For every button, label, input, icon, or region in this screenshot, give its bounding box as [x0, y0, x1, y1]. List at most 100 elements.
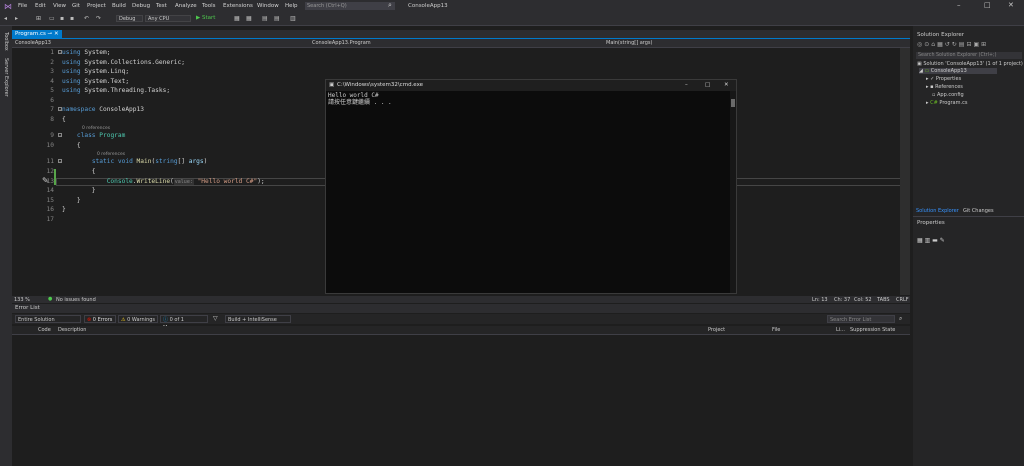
tree-label: References: [935, 84, 963, 90]
pin-icon[interactable]: ⊸: [48, 31, 53, 37]
codelens-references[interactable]: 0 references: [82, 126, 110, 131]
messages-filter-button[interactable]: ⓘ 0 of 1 Message: [160, 315, 208, 331]
new-project-icon[interactable]: ⊞: [36, 15, 41, 22]
start-label: Start: [201, 15, 216, 21]
tree-label: Solution 'ConsoleApp13' (1 of 1 project): [923, 61, 1023, 67]
tree-references[interactable]: ▸ ▪ References: [926, 84, 963, 90]
menu-tools[interactable]: Tools: [202, 3, 216, 9]
warning-icon: ⚠: [121, 317, 126, 323]
menu-git[interactable]: Git: [72, 3, 80, 9]
tab-program-cs[interactable]: Program.cs ⊸ ✕: [12, 30, 62, 38]
code-line: }: [62, 197, 81, 204]
column-suppression-state[interactable]: Suppression State: [850, 326, 895, 334]
console-scroll-thumb[interactable]: [731, 99, 735, 107]
menu-view[interactable]: View: [53, 3, 66, 9]
menu-file[interactable]: File: [18, 3, 27, 9]
column-project[interactable]: Project: [708, 326, 725, 334]
config-select[interactable]: Debug: [116, 15, 143, 22]
code-line: {: [62, 168, 96, 175]
line-number: 3: [50, 68, 54, 75]
filter-icon[interactable]: ▽: [213, 315, 218, 322]
menu-test[interactable]: Test: [156, 3, 167, 9]
tree-app-config[interactable]: ▫ App.config: [932, 92, 964, 98]
platform-select[interactable]: Any CPU: [145, 15, 191, 22]
zoom-level[interactable]: 133 %: [14, 297, 30, 303]
menu-build[interactable]: Build: [112, 3, 126, 9]
warnings-filter-button[interactable]: ⚠ 0 Warnings: [118, 315, 158, 323]
column-code[interactable]: Code: [38, 326, 51, 334]
toolbar-icon[interactable]: ▦: [246, 15, 252, 22]
undo-icon[interactable]: ↶: [84, 15, 89, 22]
open-icon[interactable]: ▭: [49, 15, 55, 22]
solution-search-input[interactable]: Search Solution Explorer (Ctrl+;): [916, 52, 1022, 59]
tab-solution-explorer[interactable]: Solution Explorer: [916, 208, 959, 214]
console-icon: ▣: [329, 82, 335, 88]
nav-class[interactable]: ConsoleApp13.Program: [312, 40, 371, 46]
console-close-icon[interactable]: ✕: [724, 80, 729, 91]
toolbar-icon[interactable]: ▦: [234, 15, 240, 22]
menu-analyze[interactable]: Analyze: [175, 3, 197, 9]
tree-solution[interactable]: ▣ Solution 'ConsoleApp13' (1 of 1 projec…: [917, 61, 1023, 67]
line-number: 12: [46, 168, 54, 175]
toolbar-icon[interactable]: ▤: [262, 15, 268, 22]
error-search-input[interactable]: Search Error List: [827, 315, 895, 323]
edit-pencil-icon: ✎: [42, 176, 49, 185]
tree-properties[interactable]: ▸ ✓ Properties: [926, 76, 961, 82]
redo-icon[interactable]: ↷: [96, 15, 101, 22]
start-button[interactable]: ▶ Start: [196, 15, 215, 21]
server-explorer-tab[interactable]: Server Explorer: [3, 58, 9, 97]
close-icon[interactable]: ✕: [1008, 1, 1014, 9]
code-line: }: [62, 187, 96, 194]
search-icon[interactable]: ⌕: [388, 1, 392, 10]
tree-label: ConsoleApp13: [930, 68, 967, 74]
csharp-file-icon: C#: [930, 100, 938, 106]
back-icon[interactable]: ◂: [4, 15, 7, 22]
menu-debug[interactable]: Debug: [132, 3, 150, 9]
console-window[interactable]: ▣ C:\Windows\system32\cmd.exe – □ ✕ Hell…: [325, 79, 737, 294]
tree-project[interactable]: ◢ ▭ ConsoleApp13: [919, 68, 997, 74]
console-maximize-icon[interactable]: □: [705, 80, 710, 91]
issues-status[interactable]: No issues found: [56, 297, 96, 303]
line-indicator: Ln: 13: [812, 297, 828, 303]
editor-status-strip: 133 % ● No issues found Ln: 13 Ch: 37 Co…: [12, 296, 910, 303]
editor-scrollbar[interactable]: [900, 48, 910, 295]
solution-explorer-toolbar[interactable]: ◎⊙⌂▦↺↻▤⊟▣⊞: [917, 41, 988, 48]
toolbar-icon[interactable]: ▤: [274, 15, 280, 22]
console-scrollbar[interactable]: [730, 91, 736, 293]
properties-toolbar[interactable]: ▦ ▥ ▬ ✎: [917, 237, 945, 244]
column-description[interactable]: Description: [58, 326, 86, 334]
menu-help[interactable]: Help: [285, 3, 298, 9]
search-input[interactable]: Search (Ctrl+Q): [305, 2, 395, 10]
menu-project[interactable]: Project: [87, 3, 106, 9]
column-line[interactable]: Li...: [836, 326, 845, 334]
solution-explorer-panel: Solution Explorer ◎⊙⌂▦↺↻▤⊟▣⊞ Search Solu…: [913, 26, 1024, 466]
line-number: 4: [50, 78, 54, 85]
nav-project[interactable]: ConsoleApp13: [15, 40, 51, 46]
save-icon[interactable]: ▪: [60, 15, 64, 22]
column-file[interactable]: File: [772, 326, 780, 334]
toolbox-tab[interactable]: Toolbox: [3, 32, 9, 51]
code-line: {: [62, 116, 66, 123]
search-icon[interactable]: ⌕: [899, 315, 902, 323]
forward-icon[interactable]: ▸: [15, 15, 18, 22]
errors-filter-button[interactable]: ⊗ 0 Errors: [84, 315, 116, 323]
build-intellisense-select[interactable]: Build + IntelliSense: [225, 315, 291, 323]
line-ending-indicator[interactable]: CRLF: [896, 297, 909, 303]
tab-git-changes[interactable]: Git Changes: [963, 208, 994, 214]
char-indicator: Ch: 37: [834, 297, 851, 303]
save-all-icon[interactable]: ▪: [70, 15, 74, 22]
menu-extensions[interactable]: Extensions: [223, 3, 253, 9]
minimize-icon[interactable]: –: [957, 1, 961, 9]
console-title-bar[interactable]: ▣ C:\Windows\system32\cmd.exe – □ ✕: [326, 80, 736, 91]
toolbar-icon[interactable]: ▥: [290, 15, 296, 22]
tab-close-icon[interactable]: ✕: [54, 31, 59, 37]
menu-window[interactable]: Window: [257, 3, 279, 9]
tabs-indicator[interactable]: TABS: [877, 297, 890, 303]
maximize-icon[interactable]: □: [984, 1, 991, 9]
menu-edit[interactable]: Edit: [35, 3, 46, 9]
console-minimize-icon[interactable]: –: [685, 80, 688, 91]
codelens-references[interactable]: 0 references: [97, 152, 125, 157]
nav-member[interactable]: Main(string[] args): [606, 40, 653, 46]
scope-select[interactable]: Entire Solution: [15, 315, 81, 323]
tree-program-cs[interactable]: ▸ C# Program.cs: [926, 100, 967, 106]
